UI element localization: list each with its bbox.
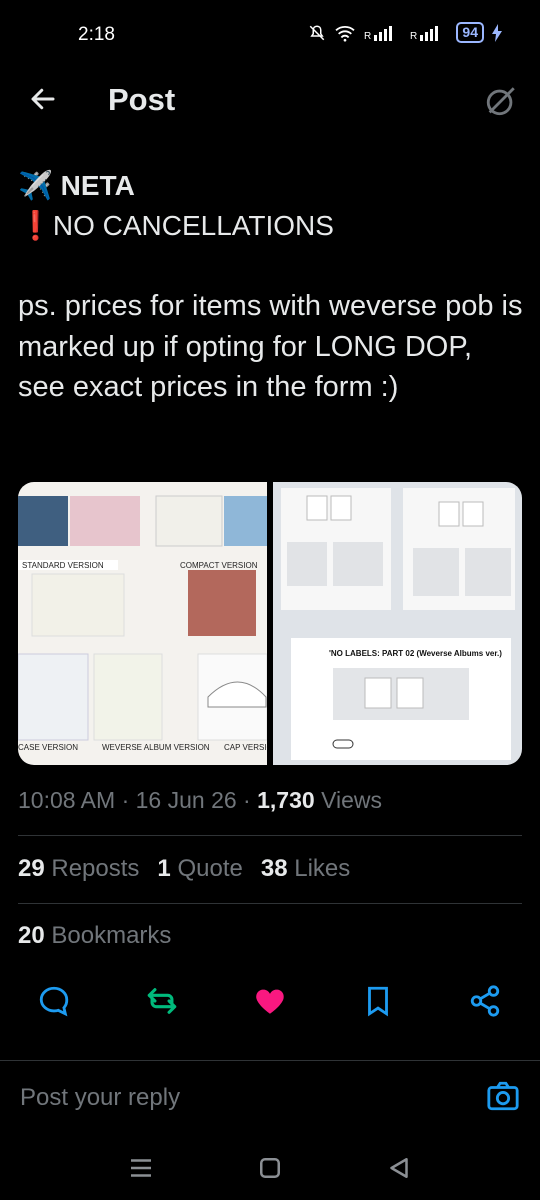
- like-icon[interactable]: [253, 984, 287, 1018]
- label-standard: STANDARD VERSION: [22, 561, 104, 570]
- post-body: ✈️ NETA ❗NO CANCELLATIONS ps. prices for…: [18, 166, 523, 408]
- divider: [18, 903, 522, 904]
- label-case: CASE VERSION: [18, 743, 78, 752]
- wifi-icon: [335, 25, 356, 42]
- reply-bar: [0, 1060, 540, 1131]
- bookmarks-stat[interactable]: 20 Bookmarks: [18, 922, 171, 950]
- status-time: 2:18: [78, 24, 115, 45]
- quotes-count: 1: [157, 855, 171, 882]
- system-nav-bar: [0, 1135, 540, 1200]
- signal-icon: R: [364, 25, 393, 41]
- reply-input[interactable]: [18, 1083, 462, 1113]
- label-compact: COMPACT VERSION: [180, 561, 258, 570]
- label-cap: CAP VERSION: [224, 743, 267, 752]
- recents-icon[interactable]: [126, 1153, 156, 1183]
- media-image-versions[interactable]: STANDARD VERSION COMPACT VERSION CASE VE…: [18, 482, 279, 765]
- svg-text:R: R: [364, 31, 371, 41]
- top-bar: Post: [0, 70, 540, 138]
- nav-back-icon[interactable]: [384, 1153, 414, 1183]
- views-label: Views: [321, 787, 383, 813]
- grok-icon[interactable]: [484, 84, 518, 118]
- reply-icon[interactable]: [37, 984, 71, 1018]
- view-count: 1,730: [257, 787, 315, 813]
- status-icons: R R 94: [308, 22, 502, 43]
- post-meta: 10:08 AM · 16 Jun 26 · 1,730 Views: [18, 787, 383, 813]
- post-date: 16 Jun 26: [135, 787, 237, 813]
- likes-count: 38: [260, 855, 288, 882]
- pob-title: 'NO LABELS: PART 02 (Weverse Albums ver.…: [329, 649, 502, 658]
- likes-label: Likes: [294, 855, 351, 882]
- versions-illustration: STANDARD VERSION COMPACT VERSION CASE VE…: [18, 495, 279, 752]
- post-time: 10:08 AM: [18, 787, 116, 813]
- engagement-stats: 29 Reposts 1 Quote 38 Likes: [18, 855, 350, 883]
- pob-illustration: 'NO LABELS: PART 02 (Weverse Albums ver.…: [281, 488, 515, 760]
- quotes-label: Quote: [177, 855, 243, 882]
- post-paragraph: ps. prices for items with weverse pob is…: [18, 290, 523, 403]
- charging-icon: [492, 23, 502, 42]
- bookmarks-label: Bookmarks: [51, 922, 172, 949]
- post-line-cancellations: ❗NO CANCELLATIONS: [18, 210, 334, 241]
- battery-level: 94: [456, 22, 484, 43]
- mute-icon: [310, 24, 325, 40]
- post-line-neta: ✈️ NETA: [18, 170, 135, 201]
- likes-stat[interactable]: 38 Likes: [261, 855, 350, 883]
- label-weverse: WEVERSE ALBUM VERSION: [102, 743, 210, 752]
- svg-text:R: R: [410, 31, 417, 41]
- repost-icon[interactable]: [145, 984, 179, 1018]
- page-title: Post: [108, 82, 176, 117]
- reposts-label: Reposts: [51, 855, 140, 882]
- camera-icon[interactable]: [486, 1079, 520, 1113]
- status-bar: 2:18 R R 94: [0, 0, 540, 70]
- signal-icon-2: R: [410, 25, 439, 41]
- reposts-stat[interactable]: 29 Reposts: [18, 855, 139, 883]
- home-icon[interactable]: [255, 1153, 285, 1183]
- share-icon[interactable]: [468, 984, 502, 1018]
- divider: [18, 835, 522, 836]
- media-image-pob[interactable]: 'NO LABELS: PART 02 (Weverse Albums ver.…: [273, 482, 522, 765]
- bookmark-icon[interactable]: [361, 984, 395, 1018]
- reposts-count: 29: [18, 855, 45, 882]
- quotes-stat[interactable]: 1 Quote: [157, 855, 242, 883]
- bookmarks-count: 20: [18, 922, 45, 949]
- back-arrow-icon[interactable]: [28, 84, 58, 114]
- action-bar: [0, 984, 540, 1028]
- post-media[interactable]: STANDARD VERSION COMPACT VERSION CASE VE…: [18, 482, 522, 765]
